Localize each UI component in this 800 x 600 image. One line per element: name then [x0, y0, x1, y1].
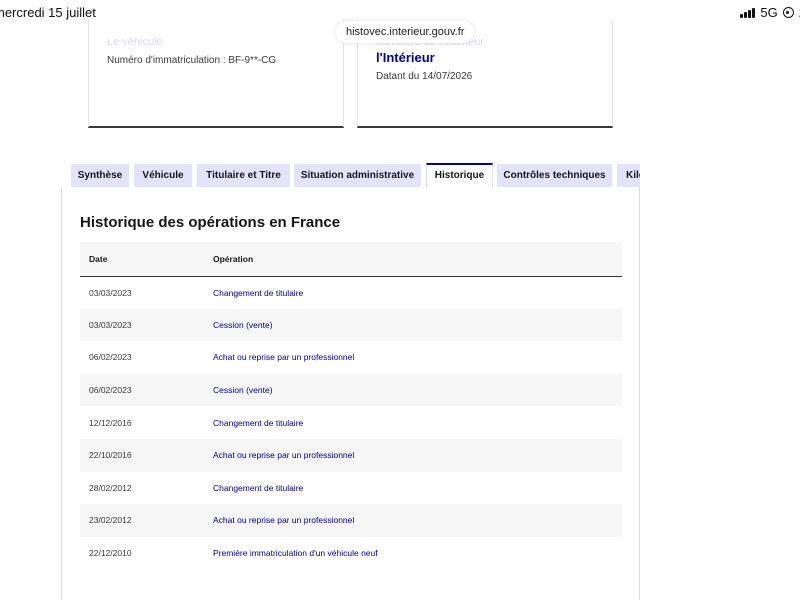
tab-historique[interactable]: Historique [426, 163, 493, 187]
report-date: Datant du 14/07/2026 [376, 71, 473, 82]
status-date: mercredi 15 juillet [0, 5, 96, 20]
row-operation[interactable]: Changement de titulaire [213, 276, 622, 309]
row-date: 23/02/2012 [89, 515, 132, 526]
row-operation[interactable]: Cession (vente) [213, 374, 622, 407]
history-table: Date Opération 03/03/2023 Changement de … [80, 242, 622, 569]
location-icon [782, 7, 794, 18]
row-operation[interactable]: Changement de titulaire [213, 472, 622, 505]
signal-icon [740, 7, 756, 18]
row-date: 12/12/2016 [89, 417, 132, 428]
status-indicators: 5G 2 [740, 5, 800, 20]
vehicle-card-faded-title: Le véhicule [107, 36, 163, 48]
table-row: 06/02/2023 Achat ou reprise par un profe… [80, 341, 622, 374]
history-title: Historique des opérations en France [80, 214, 341, 231]
table-row: 06/02/2023 Cession (vente) [80, 373, 622, 407]
table-row: 03/03/2023 Cession (vente) [80, 308, 622, 342]
tab-synthese[interactable]: Synthèse [71, 164, 129, 187]
table-row: 03/03/2023 Changement de titulaire [80, 276, 622, 309]
row-date: 22/12/2010 [89, 548, 132, 559]
table-row: 28/02/2012 Changement de titulaire [80, 472, 622, 505]
table-row: 22/12/2010 Première immatriculation d'un… [80, 537, 622, 570]
row-date: 03/03/2023 [89, 287, 132, 298]
tab-situation-administrative[interactable]: Situation administrative [294, 164, 421, 187]
address-bar[interactable]: histovec.interieur.gouv.fr [336, 21, 475, 43]
table-row: 23/02/2012 Achat ou reprise par un profe… [80, 504, 622, 537]
row-operation[interactable]: Achat ou reprise par un professionnel [213, 504, 622, 537]
ministry-card-title: l'Intérieur [376, 50, 435, 65]
row-date: 03/03/2023 [89, 319, 132, 330]
row-date: 28/02/2012 [89, 482, 132, 493]
table-row: 12/12/2016 Changement de titulaire [80, 406, 622, 439]
row-operation[interactable]: Cession (vente) [213, 309, 622, 342]
row-date: 06/02/2023 [89, 385, 132, 396]
tab-titulaire[interactable]: Titulaire et Titre [197, 164, 290, 187]
vehicle-card: Le véhicule Numéro d'immatriculation : B… [88, 20, 344, 128]
row-date: 06/02/2023 [89, 352, 132, 363]
tab-vehicule[interactable]: Véhicule [134, 164, 192, 187]
table-row: 22/10/2016 Achat ou reprise par un profe… [80, 438, 622, 472]
row-operation[interactable]: Achat ou reprise par un professionnel [213, 341, 622, 374]
row-operation[interactable]: Changement de titulaire [213, 406, 622, 439]
row-operation[interactable]: Achat ou reprise par un professionnel [213, 439, 622, 472]
tab-bar: Synthèse Véhicule Titulaire et Titre Sit… [71, 163, 640, 187]
column-header-operation: Opération [213, 253, 254, 264]
column-header-date: Date [89, 253, 108, 264]
plate-number: Numéro d'immatriculation : BF-9**-CG [107, 55, 277, 66]
network-label: 5G [760, 5, 778, 20]
row-date: 22/10/2016 [89, 450, 132, 461]
table-header-row: Date Opération [80, 242, 622, 276]
row-operation[interactable]: Première immatriculation d'un véhicule n… [213, 537, 622, 570]
history-panel: Historique des opérations en France Date… [61, 187, 640, 600]
tab-kilometrage[interactable]: Kilométrage [617, 164, 640, 187]
tab-controles-techniques[interactable]: Contrôles techniques [497, 164, 612, 187]
